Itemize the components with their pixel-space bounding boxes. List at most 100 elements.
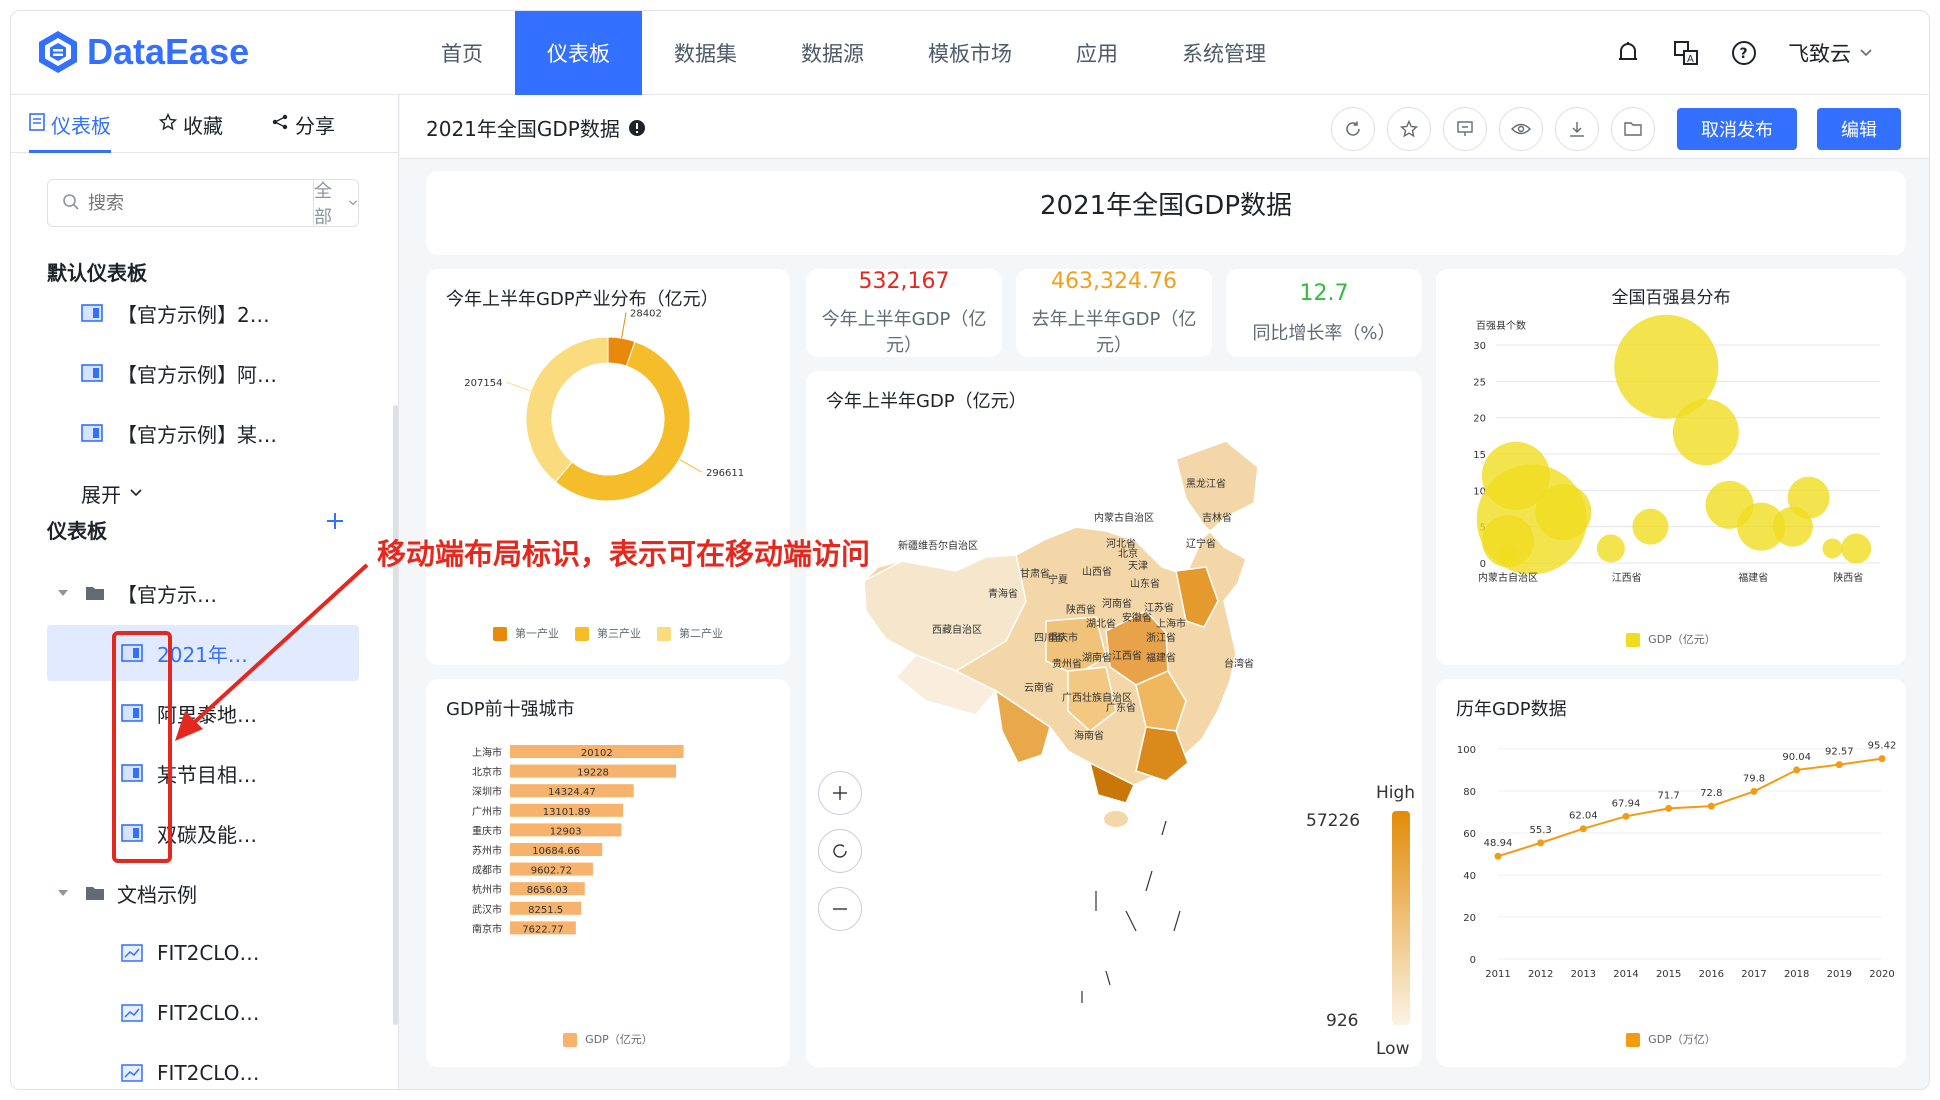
download-icon[interactable] bbox=[1555, 107, 1599, 151]
map-province-label: 海南省 bbox=[1074, 729, 1104, 742]
map-province-label: 湖北省 bbox=[1086, 617, 1116, 630]
bar-chart-card[interactable]: GDP前十强城市 上海市 20102 北京市 19228 深圳市 14324.47 广州市 1… bbox=[426, 679, 790, 1067]
search-box: 全部 bbox=[47, 179, 359, 228]
bar-category-label: 重庆市 bbox=[472, 824, 502, 837]
tab-dashboard[interactable]: 仪表板 bbox=[29, 95, 111, 153]
document-item[interactable]: FIT2CLO… bbox=[47, 1045, 367, 1089]
bar-value-label: 10684.66 bbox=[532, 846, 580, 857]
chevron-down-icon bbox=[348, 200, 357, 206]
map-province-label: 新疆维吾尔自治区 bbox=[898, 539, 978, 552]
default-dashboard-item[interactable]: 【官方示例】2… bbox=[47, 285, 367, 341]
map-province-label: 贵州省 bbox=[1052, 657, 1082, 670]
map-province-label: 台湾省 bbox=[1224, 657, 1254, 670]
add-icon[interactable] bbox=[325, 511, 345, 535]
filter-select[interactable]: 全部 bbox=[313, 180, 358, 228]
kpi-label: 同比增长率（%） bbox=[1252, 323, 1396, 344]
zoom-out-button[interactable] bbox=[818, 887, 862, 931]
nav-dataset[interactable]: 数据集 bbox=[642, 11, 769, 95]
document-item-label: FIT2CLO… bbox=[157, 1001, 260, 1025]
kpi-card[interactable]: 463,324.76 去年上半年GDP（亿元） bbox=[1016, 269, 1212, 357]
bubble bbox=[1482, 515, 1534, 568]
default-dashboard-item[interactable]: 【官方示例】某… bbox=[47, 405, 367, 461]
dashboard-titlebar: 2021年全国GDP数据 取消发布 编辑 bbox=[400, 95, 1929, 159]
refresh-icon[interactable] bbox=[1331, 107, 1375, 151]
folder-row[interactable]: 文档示例 bbox=[47, 865, 367, 921]
legend-item: 第一产业 bbox=[493, 625, 559, 641]
info-icon[interactable] bbox=[628, 119, 646, 137]
map-province-label: 浙江省 bbox=[1146, 631, 1176, 644]
nav-apps[interactable]: 应用 bbox=[1044, 11, 1150, 95]
x-tick-label: 2019 bbox=[1827, 969, 1852, 980]
map-province-label: 山东省 bbox=[1130, 577, 1160, 590]
data-label: 48.94 bbox=[1484, 838, 1513, 849]
donut-chart-title: 今年上半年GDP产业分布（亿元） bbox=[446, 289, 719, 310]
search-input[interactable] bbox=[48, 180, 313, 226]
folder-icon bbox=[86, 587, 104, 600]
nav-system[interactable]: 系统管理 bbox=[1150, 11, 1298, 95]
bubble-chart: 百强县个数051015202530内蒙古自治区江西省福建省陕西省 bbox=[1473, 314, 1880, 584]
tab-favorites[interactable]: 收藏 bbox=[158, 95, 223, 153]
translate-icon[interactable]: A bbox=[1672, 39, 1700, 67]
nav-template-market[interactable]: 模板市场 bbox=[896, 11, 1044, 95]
kpi-value: 12.7 bbox=[1299, 281, 1349, 306]
legend-low-label: Low bbox=[1376, 1039, 1410, 1059]
bubble bbox=[1672, 399, 1739, 466]
search-icon bbox=[62, 193, 80, 215]
y-tick-label: 100 bbox=[1457, 745, 1476, 756]
dashboard-mobile-icon bbox=[81, 424, 103, 442]
tab-share-label: 分享 bbox=[295, 113, 335, 138]
nav-home[interactable]: 首页 bbox=[409, 11, 515, 95]
folder-move-icon[interactable] bbox=[1611, 107, 1655, 151]
bar-category-label: 苏州市 bbox=[472, 844, 502, 857]
edit-button[interactable]: 编辑 bbox=[1817, 108, 1901, 150]
legend-min-value: 926 bbox=[1326, 1011, 1359, 1031]
map-province-label: 江苏省 bbox=[1144, 601, 1174, 614]
cancel-publish-button[interactable]: 取消发布 bbox=[1677, 108, 1797, 150]
logo[interactable]: DataEase bbox=[35, 29, 249, 75]
default-dashboard-item[interactable]: 【官方示例】阿… bbox=[47, 345, 367, 401]
map-province-label: 西藏自治区 bbox=[932, 623, 982, 636]
user-menu[interactable]: 飞致云 bbox=[1788, 38, 1873, 68]
zoom-in-button[interactable] bbox=[818, 771, 862, 815]
map-province-label: 广东省 bbox=[1106, 701, 1136, 714]
data-label: 71.7 bbox=[1658, 790, 1680, 801]
kpi-card[interactable]: 12.7 同比增长率（%） bbox=[1226, 269, 1422, 357]
eye-icon[interactable] bbox=[1499, 107, 1543, 151]
bar-category-label: 成都市 bbox=[472, 864, 502, 877]
x-tick-label: 2017 bbox=[1741, 969, 1766, 980]
donut-chart-card[interactable]: 今年上半年GDP产业分布（亿元） 28402 296611 207154 第一产业 … bbox=[426, 269, 790, 665]
expand-toggle[interactable]: 展开 bbox=[47, 465, 367, 521]
map-province-label: 山西省 bbox=[1082, 565, 1112, 578]
bar-category-label: 南京市 bbox=[472, 922, 502, 935]
kpi-card[interactable]: 532,167 今年上半年GDP（亿元） bbox=[806, 269, 1002, 357]
dashboard-item[interactable]: 双碳及能… bbox=[47, 805, 367, 861]
map-province-label: 重庆市 bbox=[1048, 631, 1078, 644]
bubble bbox=[1787, 476, 1830, 519]
present-icon[interactable] bbox=[1443, 107, 1487, 151]
dashboard-item[interactable]: 某节目相… bbox=[47, 745, 367, 801]
map-card[interactable]: 今年上半年GDP（亿元） 黑龙江省 吉林省 辽宁省 内蒙古自治区 新疆维吾尔自治… bbox=[806, 371, 1422, 1067]
kpi-label: 去年上半年GDP（亿元） bbox=[1031, 309, 1197, 356]
bell-icon[interactable] bbox=[1614, 39, 1642, 67]
nav-dashboard[interactable]: 仪表板 bbox=[515, 11, 642, 95]
kpi-value: 463,324.76 bbox=[1051, 269, 1177, 294]
document-item[interactable]: FIT2CLO… bbox=[47, 985, 367, 1041]
bar-category-label: 北京市 bbox=[472, 766, 502, 779]
star-icon[interactable] bbox=[1387, 107, 1431, 151]
chart-doc-icon bbox=[121, 1004, 143, 1022]
bar-value-label: 12903 bbox=[550, 826, 582, 837]
help-icon[interactable]: ? bbox=[1730, 39, 1758, 67]
tab-share[interactable]: 分享 bbox=[271, 95, 335, 153]
china-map: 黑龙江省 吉林省 辽宁省 内蒙古自治区 新疆维吾尔自治区 甘肃省 青海省 西藏自… bbox=[863, 440, 1410, 1025]
line-chart-card[interactable]: 历年GDP数据 0 20 40 60 80 100 48.94 2011 55.3 2012 62.… bbox=[1436, 679, 1906, 1067]
reset-view-button[interactable] bbox=[818, 829, 862, 873]
bar-value-label: 19228 bbox=[577, 768, 609, 779]
nav-datasource[interactable]: 数据源 bbox=[769, 11, 896, 95]
document-item[interactable]: FIT2CLO… bbox=[47, 925, 367, 981]
bubble-chart-card[interactable]: 全国百强县分布 百强县个数051015202530内蒙古自治区江西省福建省陕西省… bbox=[1436, 269, 1906, 665]
tab-favorites-label: 收藏 bbox=[183, 113, 223, 138]
map-province-label: 青海省 bbox=[988, 587, 1018, 600]
dashboard-header-title: 2021年全国GDP数据 bbox=[1039, 191, 1292, 221]
line-point bbox=[1707, 802, 1715, 810]
star-icon bbox=[158, 112, 178, 136]
